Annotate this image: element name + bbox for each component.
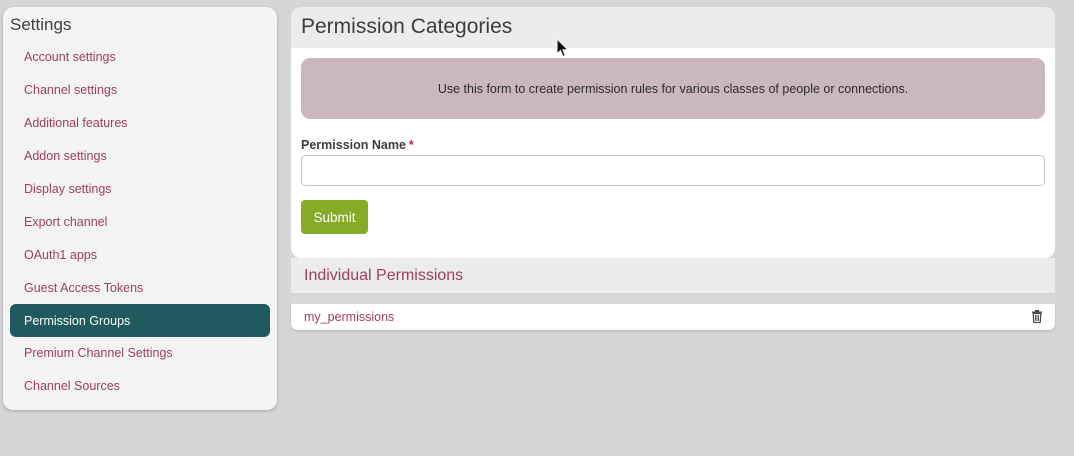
divider [291,296,1055,304]
sidebar-nav: Account settings Channel settings Additi… [10,41,270,403]
permission-name-label: Permission Name * [301,138,414,152]
section-title: Individual Permissions [304,267,464,284]
settings-sidebar: Settings Account settings Channel settin… [3,7,277,410]
sidebar-item-addon-settings[interactable]: Addon settings [10,140,270,173]
trash-icon[interactable] [1031,310,1043,323]
page-title: Permission Categories [301,15,513,38]
permission-link[interactable]: my_permissions [304,310,394,324]
sidebar-item-oauth1-apps[interactable]: OAuth1 apps [10,238,270,271]
permission-name-input[interactable] [301,155,1045,186]
sidebar-item-additional-features[interactable]: Additional features [10,107,270,140]
required-marker: * [408,138,414,152]
sidebar-title: Settings [10,15,72,34]
list-item: my_permissions [291,304,1055,330]
permission-form: Use this form to create permission rules… [291,48,1055,258]
mouse-cursor-icon [556,38,570,58]
submit-button[interactable]: Submit [301,200,368,234]
sidebar-item-channel-settings[interactable]: Channel settings [10,74,270,107]
sidebar-item-permission-groups[interactable]: Permission Groups [10,304,270,338]
info-message: Use this form to create permission rules… [301,58,1045,119]
sidebar-item-premium-channel-settings[interactable]: Premium Channel Settings [10,337,270,370]
page-header: Permission Categories [291,7,1055,49]
sidebar-item-account-settings[interactable]: Account settings [10,41,270,74]
sidebar-item-guest-access-tokens[interactable]: Guest Access Tokens [10,271,270,304]
permission-name-label-text: Permission Name [301,138,406,152]
sidebar-item-export-channel[interactable]: Export channel [10,205,270,238]
sidebar-item-display-settings[interactable]: Display settings [10,173,270,206]
individual-permissions-header: Individual Permissions [291,258,1055,293]
sidebar-item-channel-sources[interactable]: Channel Sources [10,370,270,403]
